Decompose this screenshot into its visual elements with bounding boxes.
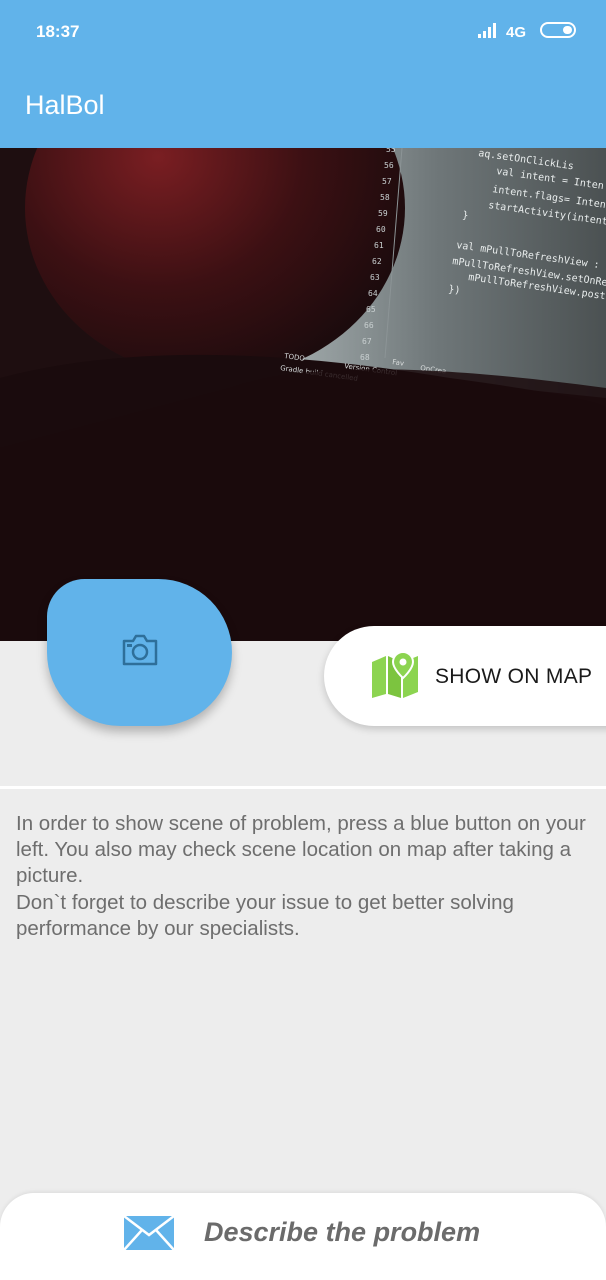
show-on-map-label: SHOW ON MAP [435,665,593,688]
describe-problem-label: Describe the problem [204,1217,481,1247]
svg-text:61: 61 [374,241,384,250]
svg-text:}): }) [448,284,461,297]
photo-preview: aq.setOnClickLis val intent = Inten inte… [0,148,606,641]
envelope-icon [123,1215,175,1256]
svg-text:62: 62 [372,257,382,266]
network-type: 4G [505,23,526,41]
svg-text:55: 55 [386,148,396,154]
svg-text:67: 67 [362,337,372,346]
describe-problem-button[interactable]: Describe the problem [0,1193,606,1280]
map-pin-icon [370,650,420,703]
take-photo-button[interactable] [47,579,232,726]
svg-text:65: 65 [366,305,376,314]
svg-text:63: 63 [370,273,380,282]
status-indicators: 4G [477,22,578,42]
svg-text:59: 59 [378,209,388,218]
section-divider [0,786,606,789]
svg-text:68: 68 [360,353,370,362]
battery-icon [540,22,578,42]
svg-text:58: 58 [380,193,390,202]
instructions-text: In order to show scene of problem, press… [16,812,586,940]
app-bar: HalBol [0,64,606,148]
svg-text:64: 64 [368,289,378,298]
svg-text:66: 66 [364,321,374,330]
svg-text:60: 60 [376,225,386,234]
status-time: 18:37 [36,22,80,41]
svg-text:57: 57 [382,177,392,186]
camera-icon [121,634,159,671]
show-on-map-button[interactable]: SHOW ON MAP [324,626,606,726]
svg-text:56: 56 [384,161,394,170]
app-title: HalBol [25,90,105,120]
status-bar: 18:37 4G [0,0,606,64]
signal-icon [477,22,498,42]
svg-text:Fav: Fav [392,358,405,368]
